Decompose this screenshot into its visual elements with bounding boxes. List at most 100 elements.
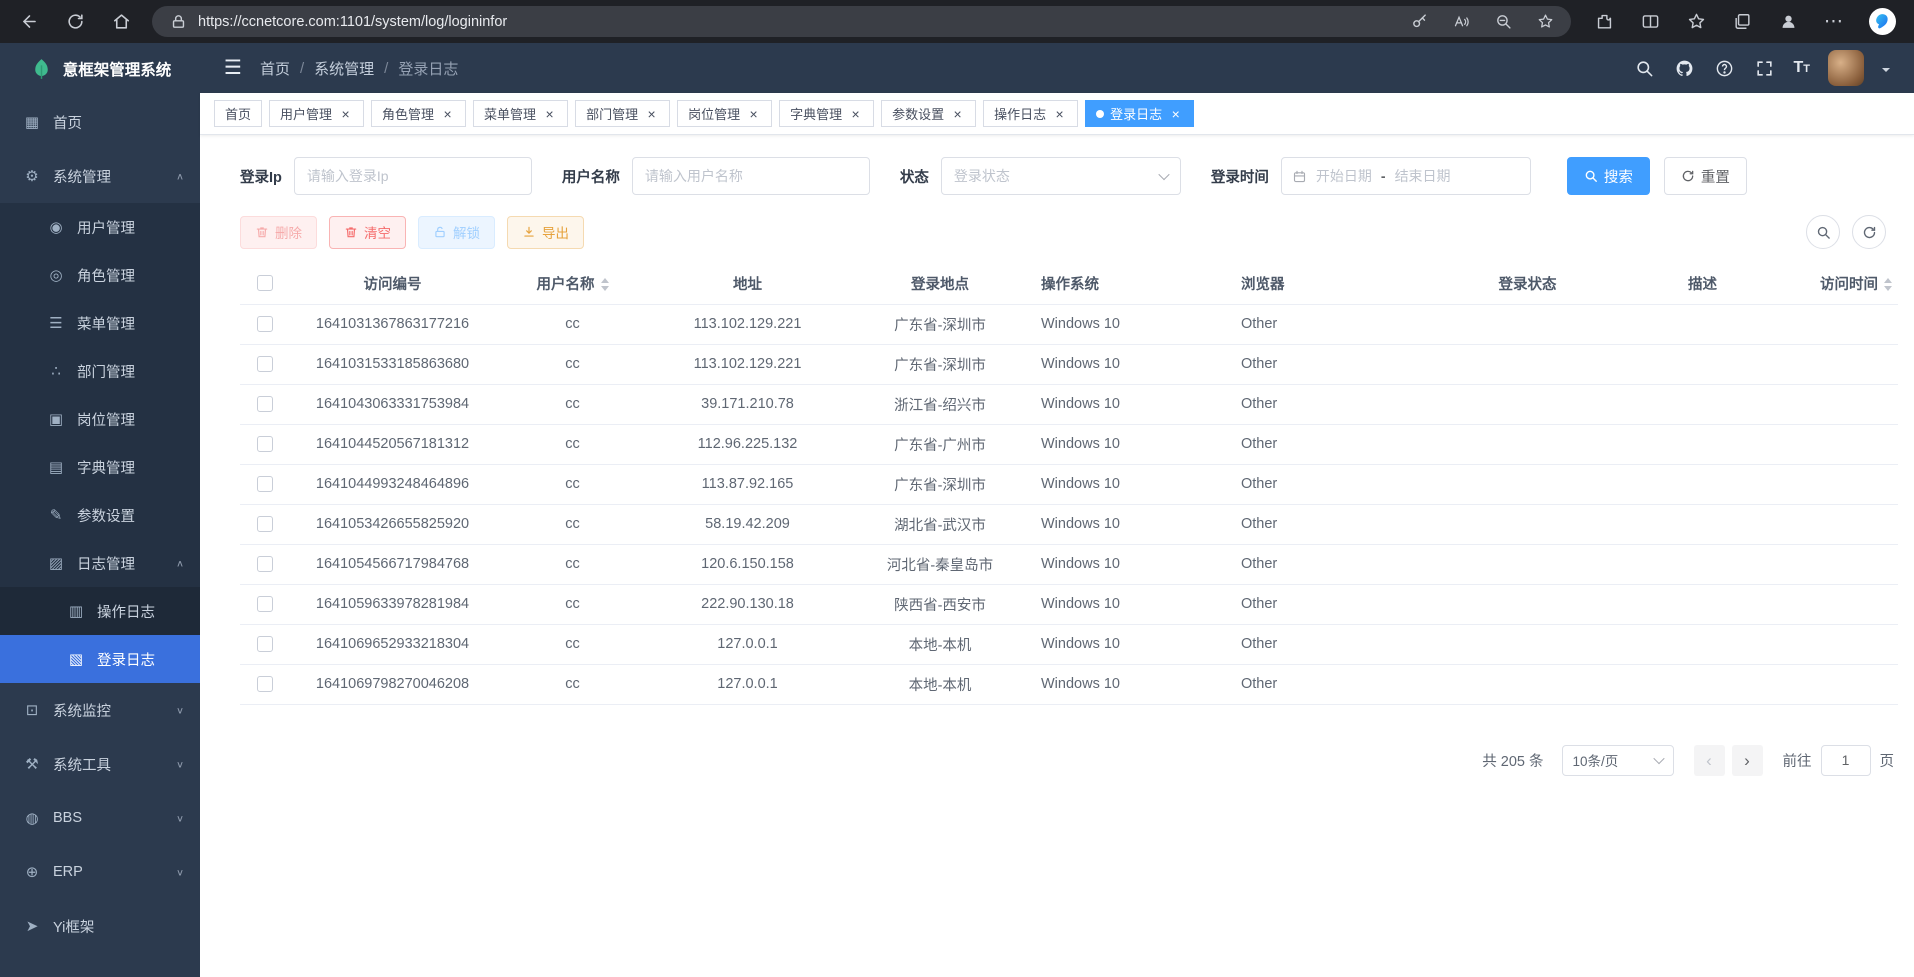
cell-login-location: 浙江省-绍兴市 — [845, 384, 1035, 424]
sidebar-menu-item[interactable]: ⊕ ERP ∨ — [0, 845, 200, 899]
next-page-button[interactable]: › — [1732, 745, 1763, 776]
search-button[interactable]: 搜索 — [1567, 157, 1650, 195]
row-checkbox[interactable] — [257, 436, 273, 452]
sidebar-menu-item[interactable]: ◎ 角色管理 — [0, 251, 200, 299]
tab-tag[interactable]: 首页 × — [214, 100, 262, 127]
sidebar-toggle-hamburger-icon[interactable]: ☰ — [224, 58, 242, 78]
help-icon[interactable] — [1713, 57, 1735, 79]
toggle-search-button[interactable] — [1806, 215, 1840, 249]
browser-profile-avatar[interactable] — [1777, 11, 1799, 33]
sidebar-menu-item[interactable]: ⊡ 系统监控 ∨ — [0, 683, 200, 737]
sidebar: 意框架管理系统 ▦ 首页 ⚙ 系统管理 ∧ ◉ 用户管理 — [0, 43, 200, 977]
user-avatar[interactable] — [1828, 50, 1864, 86]
font-size-icon[interactable]: TT — [1793, 59, 1810, 77]
row-checkbox[interactable] — [257, 676, 273, 692]
cell-user-name: cc — [495, 584, 650, 624]
tab-tag[interactable]: 角色管理 × — [371, 100, 466, 127]
copilot-icon[interactable] — [1869, 8, 1896, 35]
login-status-select[interactable]: 登录状态 — [941, 157, 1181, 195]
close-tab-icon[interactable]: × — [950, 106, 965, 121]
sidebar-menu-item[interactable]: ◉ 用户管理 — [0, 203, 200, 251]
delete-button[interactable]: 删除 — [240, 216, 317, 249]
cell-visit-id: 1641044993248464896 — [290, 464, 495, 504]
row-checkbox[interactable] — [257, 396, 273, 412]
sidebar-menu-item[interactable]: ▤ 字典管理 — [0, 443, 200, 491]
favorites-star-icon[interactable] — [1535, 12, 1555, 32]
close-tab-icon[interactable]: × — [848, 106, 863, 121]
date-range-picker[interactable]: 开始日期 - 结束日期 — [1281, 157, 1531, 195]
row-checkbox[interactable] — [257, 556, 273, 572]
close-tab-icon[interactable]: × — [542, 106, 557, 121]
close-tab-icon[interactable]: × — [338, 106, 353, 121]
app-logo[interactable]: 意框架管理系统 — [0, 43, 200, 95]
sort-caret[interactable] — [1884, 278, 1892, 291]
reload-icon[interactable] — [64, 11, 86, 33]
tab-tag[interactable]: 操作日志 × — [983, 100, 1078, 127]
sidebar-menu-item[interactable]: ⚒ 系统工具 ∨ — [0, 737, 200, 791]
menu-item-label: 系统管理 — [53, 166, 176, 187]
clear-button[interactable]: 清空 — [329, 216, 406, 249]
tab-tag[interactable]: 岗位管理 × — [677, 100, 772, 127]
sidebar-menu-item[interactable]: ▨ 日志管理 ∧ — [0, 539, 200, 587]
sidebar-menu-item[interactable]: ✎ 参数设置 — [0, 491, 200, 539]
login-ip-input[interactable] — [294, 157, 532, 195]
split-screen-icon[interactable] — [1639, 11, 1661, 33]
extensions-icon[interactable] — [1593, 11, 1615, 33]
goto-page-input[interactable] — [1821, 745, 1871, 776]
tab-tag[interactable]: 部门管理 × — [575, 100, 670, 127]
tab-tag[interactable]: 字典管理 × — [779, 100, 874, 127]
browser-home-icon[interactable] — [110, 11, 132, 33]
site-info-lock-icon[interactable] — [168, 12, 188, 32]
close-tab-icon[interactable]: × — [746, 106, 761, 121]
address-bar[interactable]: https://ccnetcore.com:1101/system/log/lo… — [152, 6, 1571, 37]
password-key-icon[interactable] — [1409, 12, 1429, 32]
sidebar-menu-item[interactable]: ▥ 操作日志 — [0, 587, 200, 635]
collections-icon[interactable] — [1731, 11, 1753, 33]
row-checkbox[interactable] — [257, 316, 273, 332]
github-icon[interactable] — [1673, 57, 1695, 79]
sidebar-menu-item[interactable]: ▣ 岗位管理 — [0, 395, 200, 443]
sidebar-menu-item[interactable]: ⚙ 系统管理 ∧ — [0, 149, 200, 203]
row-checkbox[interactable] — [257, 516, 273, 532]
prev-page-button[interactable]: ‹ — [1694, 745, 1725, 776]
refresh-table-button[interactable] — [1852, 215, 1886, 249]
read-aloud-icon[interactable] — [1451, 12, 1471, 32]
close-tab-icon[interactable]: × — [440, 106, 455, 121]
breadcrumb-home[interactable]: 首页 — [260, 58, 290, 79]
browser-menu-ellipsis-icon[interactable]: ⋯ — [1823, 11, 1845, 33]
submenu-chevron-icon: ∧ — [176, 557, 184, 568]
reset-button[interactable]: 重置 — [1664, 157, 1747, 195]
page-size-select[interactable]: 10条/页 — [1562, 745, 1674, 776]
tab-tag[interactable]: 登录日志 × — [1085, 100, 1194, 127]
header-search-icon[interactable] — [1633, 57, 1655, 79]
fullscreen-icon[interactable] — [1753, 57, 1775, 79]
column-header: 地址 — [650, 263, 845, 304]
row-checkbox[interactable] — [257, 356, 273, 372]
cell-login-status — [1440, 464, 1615, 504]
row-checkbox[interactable] — [257, 596, 273, 612]
close-tab-icon[interactable]: × — [644, 106, 659, 121]
user-name-input[interactable] — [632, 157, 870, 195]
sidebar-menu-item[interactable]: ☰ 菜单管理 — [0, 299, 200, 347]
leaf-logo-icon — [29, 57, 54, 82]
sidebar-menu-item[interactable]: ∴ 部门管理 — [0, 347, 200, 395]
select-all-checkbox[interactable] — [257, 275, 273, 291]
export-button[interactable]: 导出 — [507, 216, 584, 249]
sidebar-menu-item[interactable]: ◍ BBS ∨ — [0, 791, 200, 845]
tab-tag[interactable]: 菜单管理 × — [473, 100, 568, 127]
back-icon[interactable] — [18, 11, 40, 33]
favorites-bar-icon[interactable] — [1685, 11, 1707, 33]
tab-tag[interactable]: 参数设置 × — [881, 100, 976, 127]
row-checkbox[interactable] — [257, 476, 273, 492]
sidebar-menu-item[interactable]: ➤ Yi框架 — [0, 899, 200, 953]
breadcrumb-system[interactable]: 系统管理 — [314, 58, 374, 79]
sidebar-menu-item[interactable]: ▧ 登录日志 — [0, 635, 200, 683]
zoom-out-icon[interactable] — [1493, 12, 1513, 32]
unlock-button[interactable]: 解锁 — [418, 216, 495, 249]
row-checkbox[interactable] — [257, 636, 273, 652]
sort-caret[interactable] — [601, 278, 609, 291]
tab-tag[interactable]: 用户管理 × — [269, 100, 364, 127]
close-tab-icon[interactable]: × — [1052, 106, 1067, 121]
close-tab-icon[interactable]: × — [1168, 106, 1183, 121]
sidebar-menu-item[interactable]: ▦ 首页 — [0, 95, 200, 149]
